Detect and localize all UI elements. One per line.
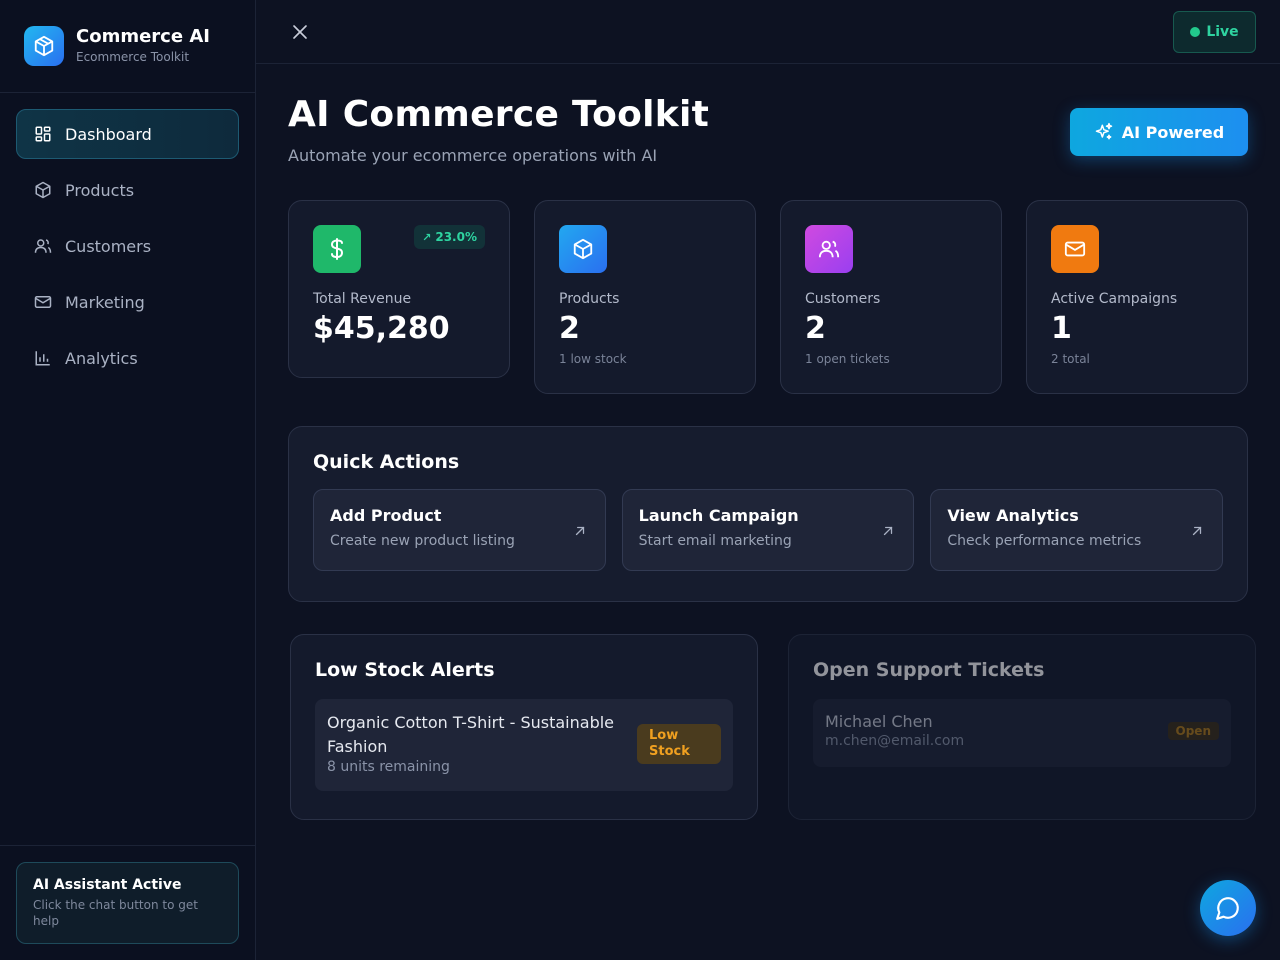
stat-label: Customers xyxy=(805,291,881,307)
live-badge: Live xyxy=(1173,11,1256,53)
sidebar-item-dashboard[interactable]: Dashboard xyxy=(16,109,239,159)
qa-title: View Analytics xyxy=(947,506,1079,525)
section-title: Open Support Tickets xyxy=(813,659,1045,681)
qa-subtitle: Check performance metrics xyxy=(947,533,1142,549)
stat-card-customers[interactable]: Customers 2 1 open tickets xyxy=(780,200,1002,394)
sidebar-nav: Dashboard Products Customers Marketing A… xyxy=(0,93,255,405)
brand[interactable]: Commerce AI Ecommerce Toolkit xyxy=(0,0,255,93)
chat-icon xyxy=(1215,895,1241,921)
status-badge: Open xyxy=(1167,722,1219,740)
stat-card-products[interactable]: Products 2 1 low stock xyxy=(534,200,756,394)
brand-subtitle: Ecommerce Toolkit xyxy=(76,50,190,64)
stat-label: Total Revenue xyxy=(313,291,412,307)
box-icon xyxy=(33,180,53,200)
live-dot-icon xyxy=(1190,27,1201,37)
qa-subtitle: Start email marketing xyxy=(638,533,792,549)
customer-email: m.chen@email.com xyxy=(825,733,965,749)
sidebar-item-label: Analytics xyxy=(65,348,138,368)
quick-actions-row: Add Product Create new product listing L… xyxy=(313,489,1224,571)
qa-title: Add Product xyxy=(330,506,442,525)
qa-subtitle: Create new product listing xyxy=(330,533,515,549)
assistant-text: Click the chat button to get help xyxy=(33,898,198,928)
add-product-button[interactable]: Add Product Create new product listing xyxy=(313,489,606,571)
support-tickets-panel: Open Support Tickets Michael Chen m.chen… xyxy=(788,634,1256,820)
live-label: Live xyxy=(1206,24,1239,40)
stats-row: ↗ 23.0% Total Revenue $45,280 Products 2… xyxy=(288,200,1248,394)
status-badge: Low Stock xyxy=(637,724,721,764)
sidebar-item-label: Dashboard xyxy=(65,124,152,144)
arrow-up-right-icon xyxy=(881,523,895,542)
low-stock-panel: Low Stock Alerts Organic Cotton T-Shirt … xyxy=(290,634,758,820)
page-title: AI Commerce Toolkit xyxy=(288,94,710,135)
mail-icon xyxy=(1051,225,1099,273)
assistant-title: AI Assistant Active xyxy=(33,877,182,893)
list-item[interactable]: Michael Chen m.chen@email.com Open xyxy=(813,699,1231,767)
customer-name: Michael Chen xyxy=(825,712,933,731)
arrow-up-right-icon xyxy=(573,523,587,542)
qa-title: Launch Campaign xyxy=(638,506,799,525)
stat-value: $45,280 xyxy=(313,311,450,346)
bar-chart-icon xyxy=(33,348,53,368)
brand-title: Commerce AI xyxy=(76,26,210,47)
sidebar: Commerce AI Ecommerce Toolkit Dashboard … xyxy=(0,0,256,960)
stat-card-revenue[interactable]: ↗ 23.0% Total Revenue $45,280 xyxy=(288,200,510,378)
sparkles-icon xyxy=(1094,122,1114,142)
sidebar-item-products[interactable]: Products xyxy=(16,165,239,215)
divider xyxy=(0,845,256,846)
stat-note: 1 open tickets xyxy=(805,352,890,366)
trend-badge: ↗ 23.0% xyxy=(414,225,485,249)
product-name: Organic Cotton T-Shirt - Sustainable Fas… xyxy=(327,713,615,756)
box-icon xyxy=(24,26,64,66)
dashboard-icon xyxy=(33,124,53,144)
users-icon xyxy=(805,225,853,273)
sidebar-item-label: Products xyxy=(65,180,135,200)
sidebar-item-label: Marketing xyxy=(65,292,145,312)
sidebar-item-customers[interactable]: Customers xyxy=(16,221,239,271)
page-subtitle: Automate your ecommerce operations with … xyxy=(288,146,658,165)
assistant-status: AI Assistant Active Click the chat butto… xyxy=(16,862,239,944)
stat-value: 2 xyxy=(559,311,580,346)
section-title: Quick Actions xyxy=(313,451,460,473)
dollar-icon xyxy=(313,225,361,273)
quick-actions-panel: Quick Actions Add Product Create new pro… xyxy=(288,426,1248,602)
stat-value: 1 xyxy=(1051,311,1072,346)
stat-value: 2 xyxy=(805,311,826,346)
chat-button[interactable] xyxy=(1200,880,1256,936)
sidebar-item-analytics[interactable]: Analytics xyxy=(16,333,239,383)
sidebar-item-label: Customers xyxy=(65,236,152,256)
launch-campaign-button[interactable]: Launch Campaign Start email marketing xyxy=(621,489,915,571)
sidebar-item-marketing[interactable]: Marketing xyxy=(16,277,239,327)
trend-value: 23.0% xyxy=(435,230,477,244)
stat-note: 1 low stock xyxy=(559,352,627,366)
trend-up-icon: ↗ xyxy=(422,230,432,244)
stat-card-campaigns[interactable]: Active Campaigns 1 2 total xyxy=(1026,200,1248,394)
stat-note: 2 total xyxy=(1051,352,1090,366)
list-item[interactable]: Organic Cotton T-Shirt - Sustainable Fas… xyxy=(315,699,733,791)
section-title: Low Stock Alerts xyxy=(315,659,495,681)
view-analytics-button[interactable]: View Analytics Check performance metrics xyxy=(930,489,1224,571)
mail-icon xyxy=(33,292,53,312)
users-icon xyxy=(33,236,53,256)
stat-label: Products xyxy=(559,291,620,307)
close-icon[interactable] xyxy=(288,20,312,44)
box-icon xyxy=(559,225,607,273)
ai-powered-button[interactable]: AI Powered xyxy=(1070,108,1248,156)
topbar: Live xyxy=(256,0,1280,64)
ai-powered-label: AI Powered xyxy=(1121,122,1225,142)
stat-label: Active Campaigns xyxy=(1051,291,1178,307)
arrow-up-right-icon xyxy=(1190,523,1204,542)
